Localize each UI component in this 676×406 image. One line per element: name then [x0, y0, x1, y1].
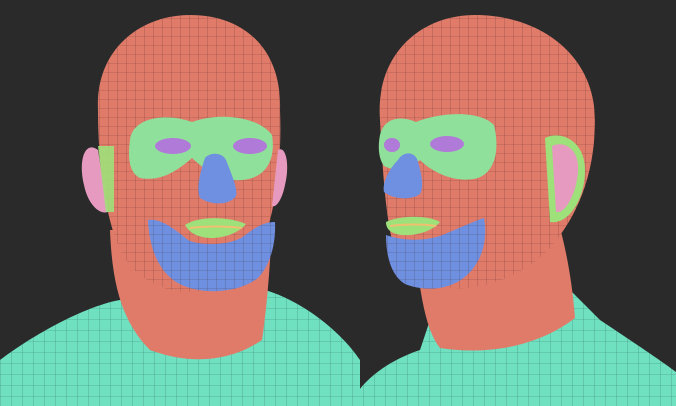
- front-right-eyelid: [233, 138, 267, 154]
- scene: [0, 0, 676, 406]
- quarter-right-eyelid: [430, 136, 464, 152]
- front-left-eyelid: [155, 138, 191, 154]
- quarter-left-eyelid: [384, 138, 400, 152]
